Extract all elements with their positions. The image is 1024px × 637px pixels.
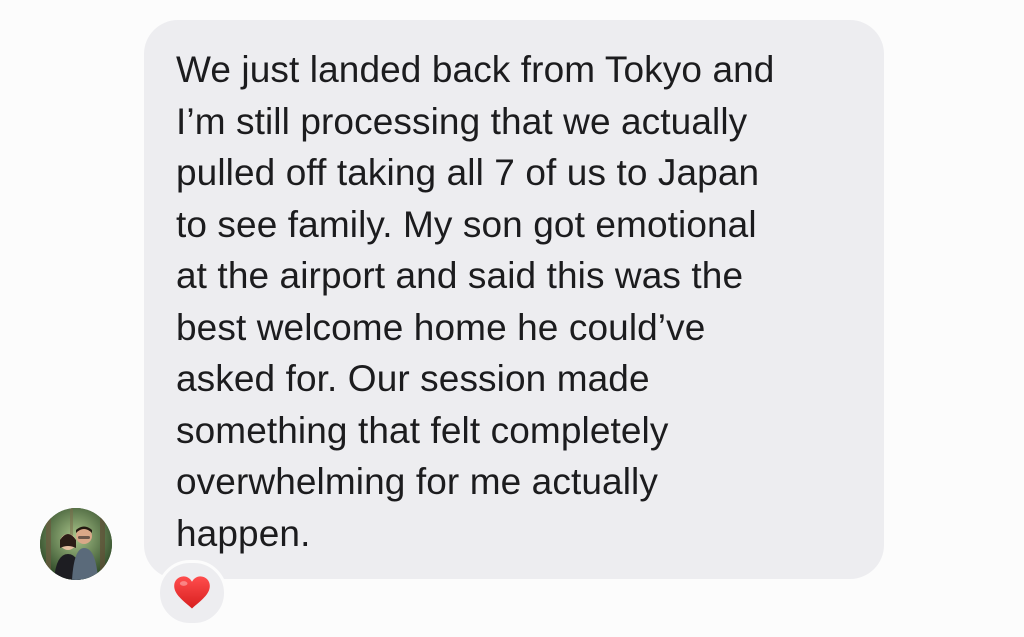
avatar-photo [40,508,112,580]
chat-screen: We just landed back from Tokyo and I’m s… [0,0,1024,637]
heart-icon [174,576,210,609]
message-bubble[interactable]: We just landed back from Tokyo and I’m s… [144,20,884,579]
heart-reaction[interactable] [157,560,227,626]
message-text: We just landed back from Tokyo and I’m s… [176,49,775,554]
incoming-message-row: We just landed back from Tokyo and I’m s… [0,0,1024,637]
sender-avatar[interactable] [40,508,112,580]
